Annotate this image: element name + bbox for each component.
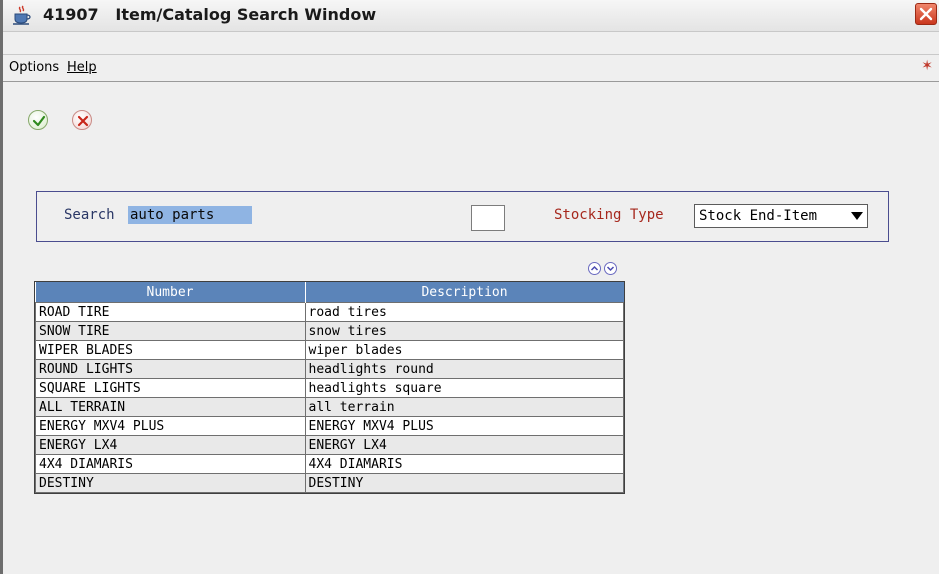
cell-description[interactable]: ENERGY MXV4 PLUS [304, 416, 624, 436]
grid-scroll-controls [588, 262, 620, 276]
cell-description[interactable]: wiper blades [304, 340, 624, 360]
table-row[interactable]: WIPER BLADES wiper blades [35, 340, 624, 360]
ok-button[interactable] [28, 110, 48, 130]
chevron-down-icon [606, 266, 615, 272]
cell-description[interactable]: all terrain [304, 397, 624, 417]
window-title-text: Item/Catalog Search Window [115, 5, 377, 24]
cell-number[interactable]: SNOW TIRE [35, 321, 306, 341]
table-row[interactable]: ALL TERRAIN all terrain [35, 397, 624, 417]
table-row[interactable]: ENERGY LX4 ENERGY LX4 [35, 435, 624, 455]
close-icon [919, 7, 933, 21]
menu-help[interactable]: Help [67, 60, 97, 75]
cell-number[interactable]: SQUARE LIGHTS [35, 378, 306, 398]
cell-number[interactable]: WIPER BLADES [35, 340, 306, 360]
results-table: Number Description ROAD TIRE road tires … [35, 282, 624, 493]
application-window: 41907 Item/Catalog Search Window Options… [0, 0, 939, 574]
column-header-number[interactable]: Number [35, 282, 306, 303]
cell-description[interactable]: snow tires [304, 321, 624, 341]
cell-number[interactable]: ROAD TIRE [35, 302, 306, 322]
cell-description[interactable]: 4X4 DIAMARIS [304, 454, 624, 474]
cell-description[interactable]: headlights square [304, 378, 624, 398]
cell-description[interactable]: road tires [304, 302, 624, 322]
scroll-up-button[interactable] [588, 262, 601, 275]
grid-header-row: Number Description [35, 282, 624, 303]
cancel-button[interactable] [72, 110, 92, 130]
cell-description[interactable]: headlights round [304, 359, 624, 379]
coffee-cup-icon [13, 5, 31, 25]
table-row[interactable]: ROUND LIGHTS headlights round [35, 359, 624, 379]
window-number: 41907 [43, 5, 99, 24]
search-input[interactable] [128, 206, 252, 224]
table-row[interactable]: DESTINY DESTINY [35, 473, 624, 493]
close-button[interactable] [915, 3, 937, 25]
cell-number[interactable]: DESTINY [35, 473, 306, 493]
cell-number[interactable]: ENERGY MXV4 PLUS [35, 416, 306, 436]
chevron-up-icon [590, 265, 599, 271]
cell-number[interactable]: ROUND LIGHTS [35, 359, 306, 379]
search-label: Search [64, 207, 115, 223]
table-row[interactable]: ROAD TIRE road tires [35, 302, 624, 322]
menu-grip-icon: ✶ [921, 58, 933, 74]
title-bar: 41907 Item/Catalog Search Window [3, 0, 939, 32]
menu-bar: Options Help ✶ [3, 54, 939, 82]
search-option-field[interactable] [471, 205, 505, 231]
table-row[interactable]: SQUARE LIGHTS headlights square [35, 378, 624, 398]
column-header-description[interactable]: Description [305, 282, 624, 303]
stocking-type-dropdown[interactable]: Stock End-Item [694, 204, 868, 228]
menu-options[interactable]: Options [9, 60, 59, 75]
stocking-type-value: Stock End-Item [699, 208, 818, 224]
scroll-down-button[interactable] [604, 262, 617, 275]
table-row[interactable]: SNOW TIRE snow tires [35, 321, 624, 341]
window-title: 41907 Item/Catalog Search Window [43, 5, 376, 24]
cell-description[interactable]: DESTINY [304, 473, 624, 493]
checkmark-icon [32, 115, 46, 127]
cell-description[interactable]: ENERGY LX4 [304, 435, 624, 455]
table-row[interactable]: 4X4 DIAMARIS 4X4 DIAMARIS [35, 454, 624, 474]
cancel-x-icon [77, 115, 89, 127]
stocking-type-label: Stocking Type [554, 207, 664, 223]
cell-number[interactable]: ALL TERRAIN [35, 397, 306, 417]
dropdown-arrow-icon[interactable] [850, 211, 864, 221]
results-grid: Number Description ROAD TIRE road tires … [34, 281, 625, 494]
search-criteria-frame: Search Stocking Type Stock End-Item [36, 191, 889, 242]
table-row[interactable]: ENERGY MXV4 PLUS ENERGY MXV4 PLUS [35, 416, 624, 436]
cell-number[interactable]: ENERGY LX4 [35, 435, 306, 455]
cell-number[interactable]: 4X4 DIAMARIS [35, 454, 306, 474]
